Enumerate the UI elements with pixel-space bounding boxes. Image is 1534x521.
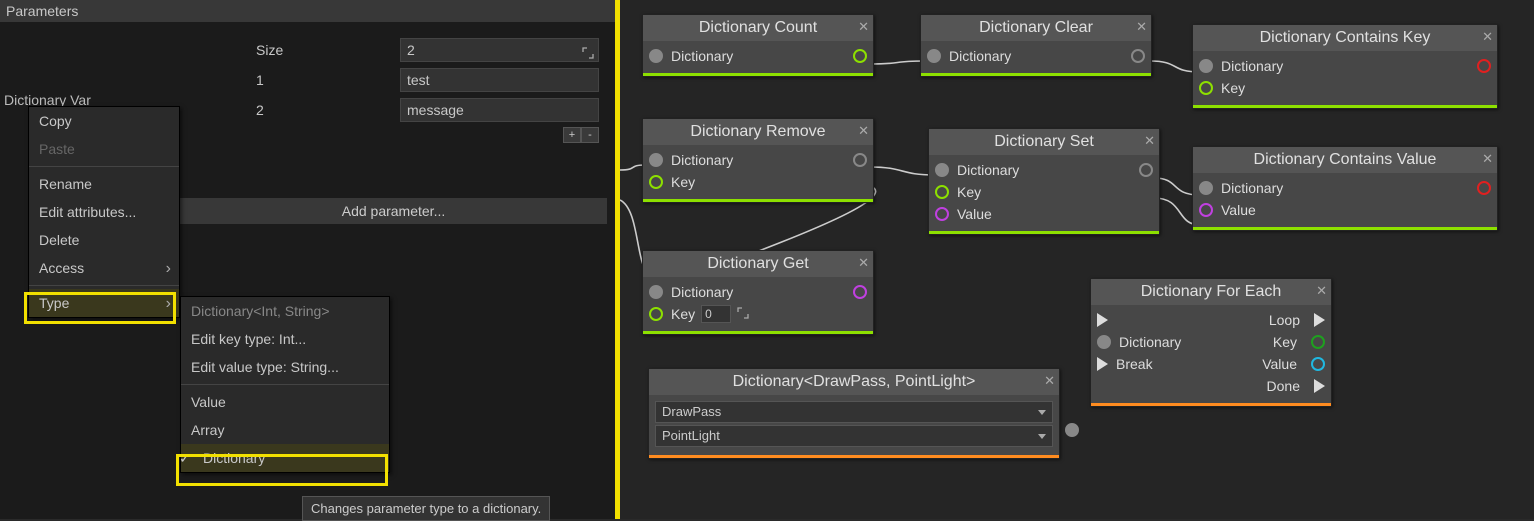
port-out-bool[interactable] xyxy=(1477,181,1491,195)
node-dictionary-type[interactable]: Dictionary<DrawPass, PointLight>✕ DrawPa… xyxy=(648,368,1060,459)
port-out[interactable] xyxy=(1139,163,1153,177)
param-table: Size 2 1 test 2 message +- xyxy=(248,35,607,143)
key-type-dropdown[interactable]: DrawPass xyxy=(655,401,1053,423)
context-submenu-type: Dictionary<Int, String> Edit key type: I… xyxy=(180,296,390,473)
exec-in-break[interactable] xyxy=(1097,357,1108,371)
panel-title: Parameters xyxy=(0,0,615,22)
port-in-dictionary[interactable] xyxy=(927,49,941,63)
remove-row-button[interactable]: - xyxy=(581,127,599,143)
key-value-field[interactable]: 0 xyxy=(701,305,731,323)
expand-icon[interactable] xyxy=(737,306,749,322)
context-menu: Copy Paste Rename Edit attributes... Del… xyxy=(28,106,180,318)
port-in-key[interactable] xyxy=(649,175,663,189)
port-in-value[interactable] xyxy=(1199,203,1213,217)
ctx-access[interactable]: Access xyxy=(29,254,179,282)
port-out-key[interactable] xyxy=(1311,335,1325,349)
ctx-copy[interactable]: Copy xyxy=(29,107,179,135)
port-in-key[interactable] xyxy=(935,185,949,199)
ctx-edit-key-type[interactable]: Edit key type: Int... xyxy=(181,325,389,353)
size-field[interactable]: 2 xyxy=(400,38,599,62)
check-icon: ✓ xyxy=(179,450,191,467)
expand-icon[interactable] xyxy=(582,43,594,65)
size-label: Size xyxy=(248,42,400,58)
port-out[interactable] xyxy=(1131,49,1145,63)
exec-in[interactable] xyxy=(1097,313,1108,327)
port-in-dictionary[interactable] xyxy=(1199,181,1213,195)
add-parameter-button[interactable]: Add parameter... xyxy=(180,198,607,224)
exec-out-loop[interactable] xyxy=(1314,313,1325,327)
node-dictionary-contains-value[interactable]: Dictionary Contains Value✕ Dictionary Va… xyxy=(1192,146,1498,231)
ctx-type[interactable]: Type xyxy=(29,289,179,317)
ctx-delete[interactable]: Delete xyxy=(29,226,179,254)
ctx-type-value[interactable]: Value xyxy=(181,388,389,416)
ctx-type-dictionary[interactable]: ✓ Dictionary xyxy=(181,444,389,472)
row-value-field[interactable]: test xyxy=(400,68,599,92)
row-index: 1 xyxy=(248,72,400,88)
port-out[interactable] xyxy=(1065,423,1079,437)
port-out[interactable] xyxy=(853,49,867,63)
ctx-paste: Paste xyxy=(29,135,179,163)
port-in-key[interactable] xyxy=(1199,81,1213,95)
close-icon[interactable]: ✕ xyxy=(1482,151,1493,167)
node-dictionary-foreach[interactable]: Dictionary For Each✕ Loop Dictionary Key… xyxy=(1090,278,1332,407)
close-icon[interactable]: ✕ xyxy=(1044,373,1055,389)
port-out-value[interactable] xyxy=(1311,357,1325,371)
port-out-value[interactable] xyxy=(853,285,867,299)
port-in-value[interactable] xyxy=(935,207,949,221)
node-dictionary-remove[interactable]: Dictionary Remove✕ Dictionary Key xyxy=(642,118,874,203)
exec-out-done[interactable] xyxy=(1314,379,1325,393)
close-icon[interactable]: ✕ xyxy=(858,255,869,271)
tooltip: Changes parameter type to a dictionary. xyxy=(302,496,550,521)
ctx-type-array[interactable]: Array xyxy=(181,416,389,444)
port-out[interactable] xyxy=(853,153,867,167)
node-dictionary-set[interactable]: Dictionary Set✕ Dictionary Key Value xyxy=(928,128,1160,235)
close-icon[interactable]: ✕ xyxy=(858,19,869,35)
port-in-dictionary[interactable] xyxy=(1097,335,1111,349)
node-dictionary-get[interactable]: Dictionary Get✕ Dictionary Key 0 xyxy=(642,250,874,335)
node-dictionary-clear[interactable]: Dictionary Clear✕ Dictionary xyxy=(920,14,1152,77)
port-in-dictionary[interactable] xyxy=(1199,59,1213,73)
close-icon[interactable]: ✕ xyxy=(1316,283,1327,299)
port-in-dictionary[interactable] xyxy=(649,153,663,167)
ctx-edit-value-type[interactable]: Edit value type: String... xyxy=(181,353,389,381)
port-in-key[interactable] xyxy=(649,307,663,321)
node-dictionary-contains-key[interactable]: Dictionary Contains Key✕ Dictionary Key xyxy=(1192,24,1498,109)
ctx-rename[interactable]: Rename xyxy=(29,170,179,198)
port-in-dictionary[interactable] xyxy=(649,49,663,63)
ctx-edit-attributes[interactable]: Edit attributes... xyxy=(29,198,179,226)
close-icon[interactable]: ✕ xyxy=(1144,133,1155,149)
close-icon[interactable]: ✕ xyxy=(1482,29,1493,45)
port-out-bool[interactable] xyxy=(1477,59,1491,73)
node-dictionary-count[interactable]: Dictionary Count✕ Dictionary xyxy=(642,14,874,77)
ctx-type-header: Dictionary<Int, String> xyxy=(181,297,389,325)
close-icon[interactable]: ✕ xyxy=(858,123,869,139)
port-in-dictionary[interactable] xyxy=(649,285,663,299)
value-type-dropdown[interactable]: PointLight xyxy=(655,425,1053,447)
graph-canvas[interactable]: Dictionary Count✕ Dictionary Dictionary … xyxy=(620,0,1534,519)
row-value-field[interactable]: message xyxy=(400,98,599,122)
add-row-button[interactable]: + xyxy=(563,127,581,143)
close-icon[interactable]: ✕ xyxy=(1136,19,1147,35)
parameters-panel: Parameters Size 2 1 test 2 message +- Di… xyxy=(0,0,615,519)
port-in-dictionary[interactable] xyxy=(935,163,949,177)
row-index: 2 xyxy=(248,102,400,118)
